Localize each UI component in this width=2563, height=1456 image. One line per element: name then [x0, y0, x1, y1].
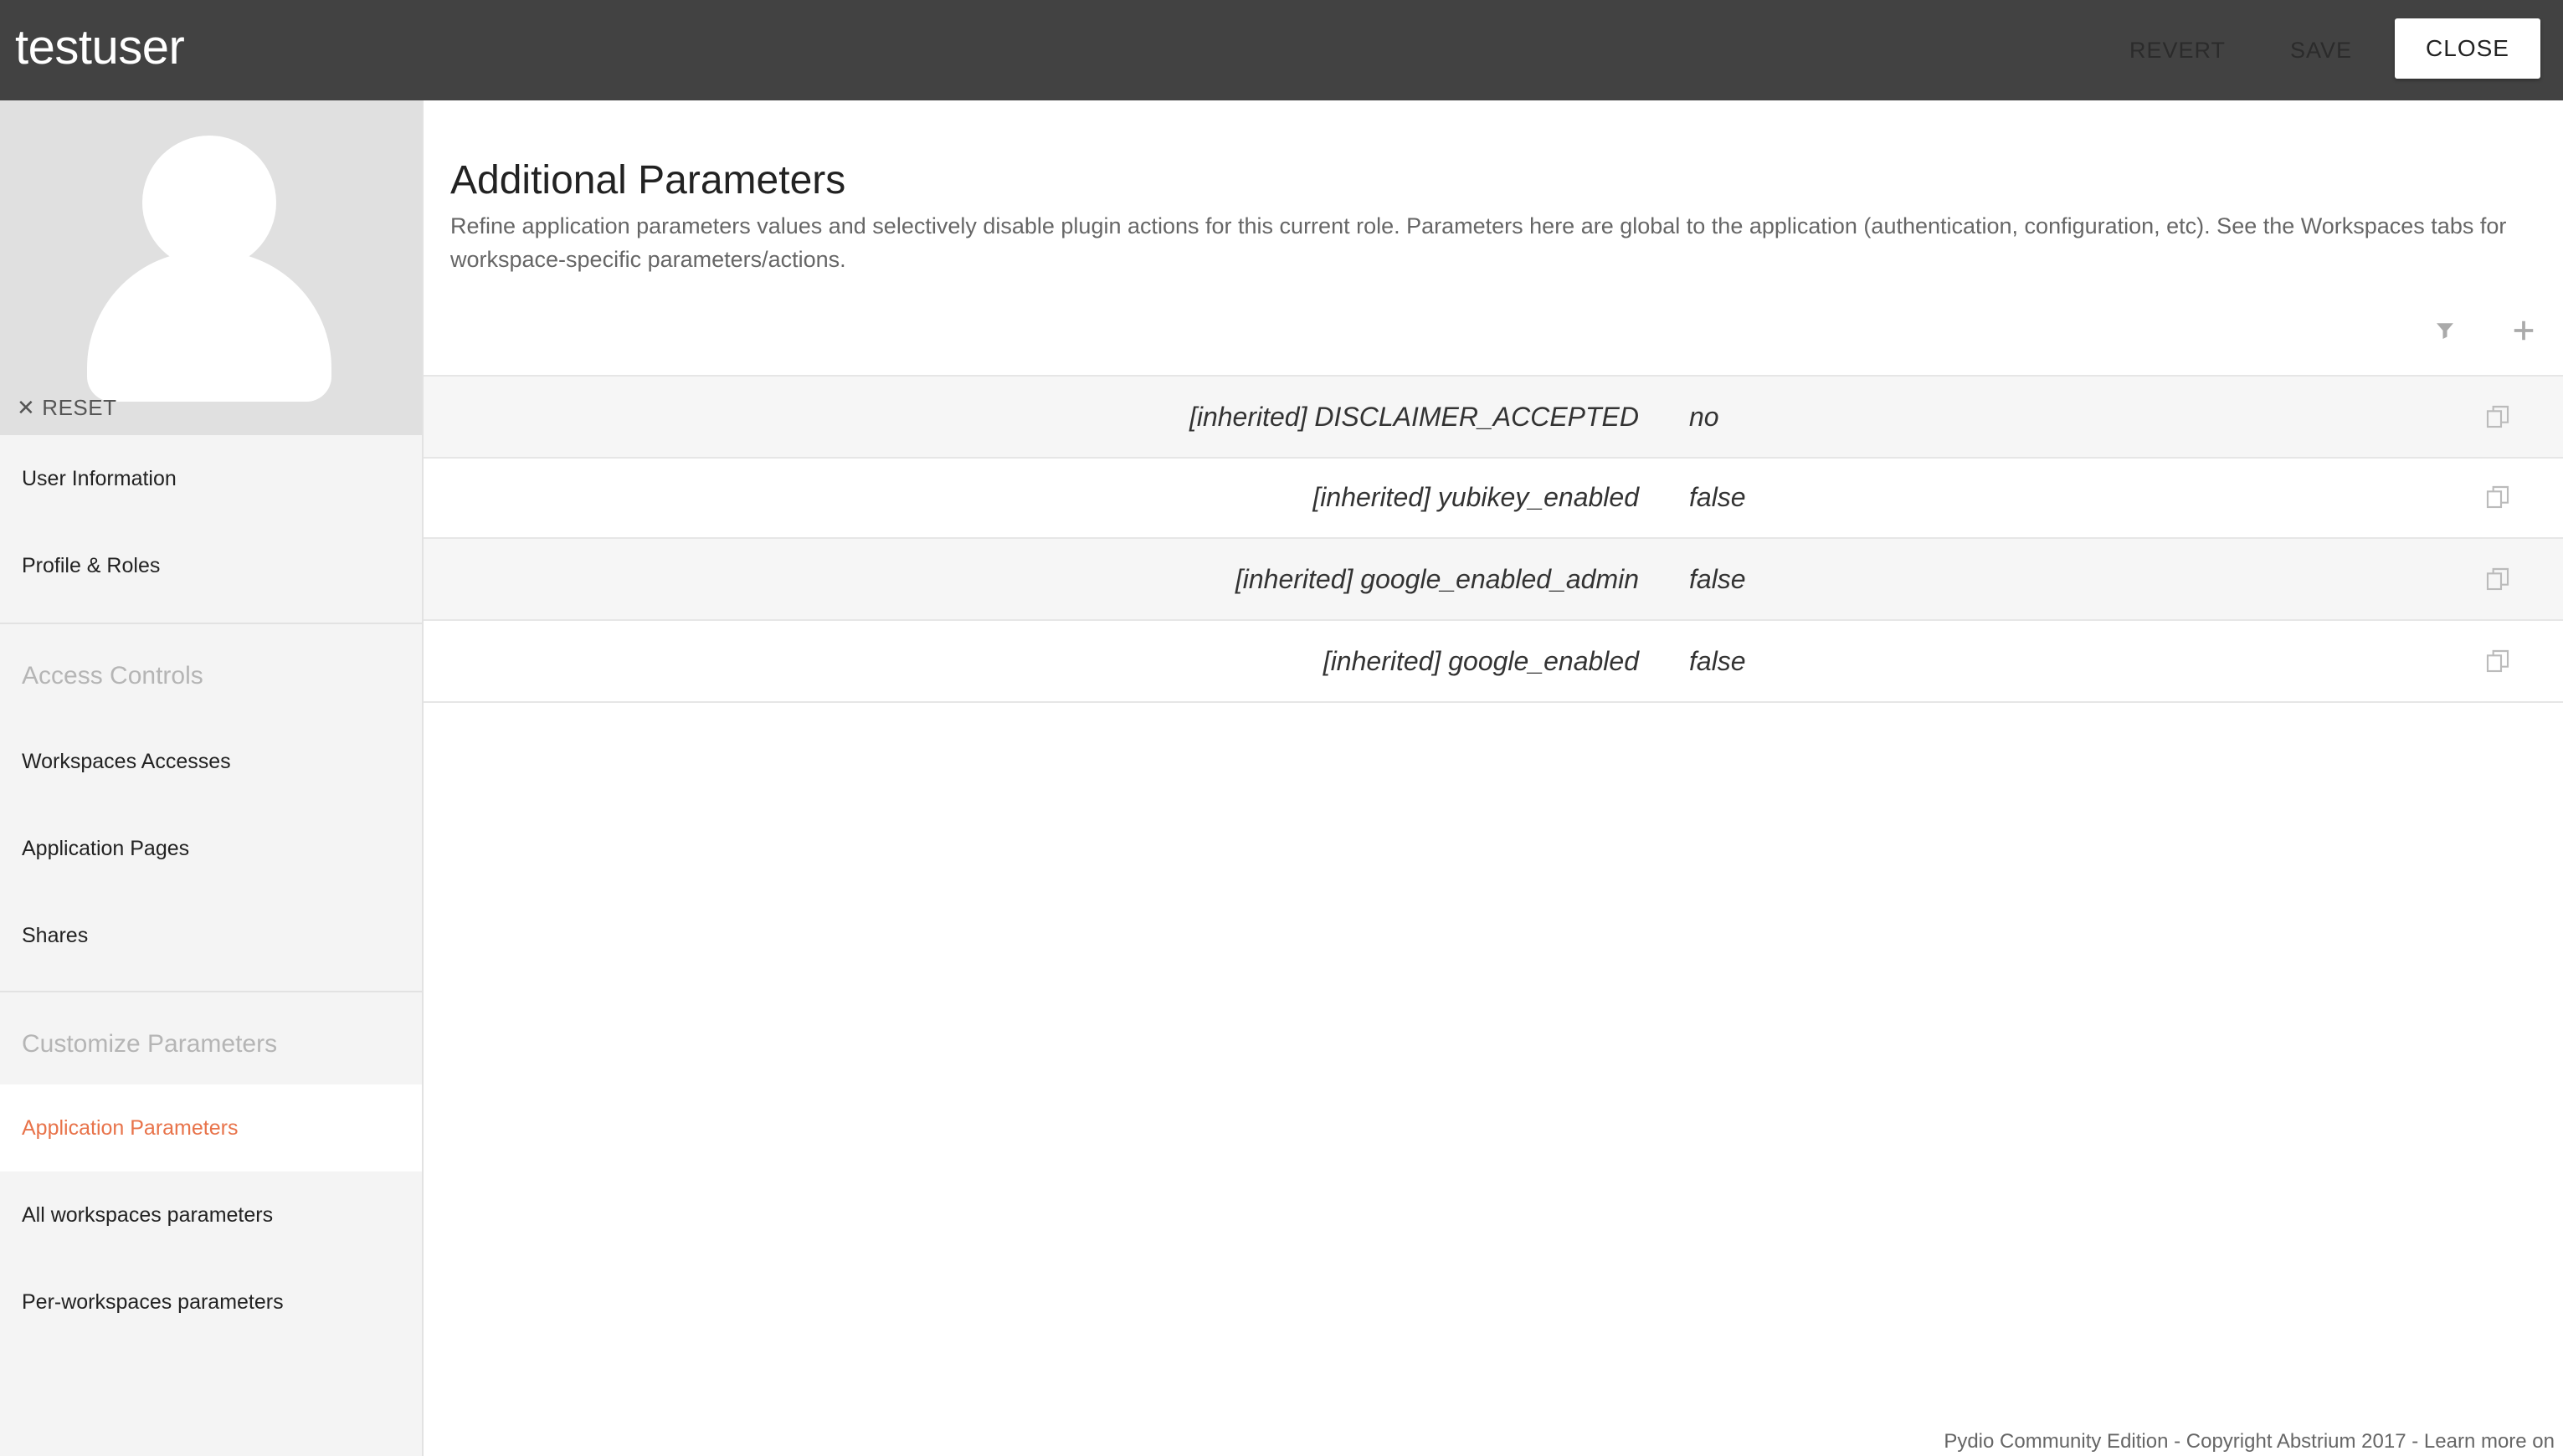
main-panel: Additional Parameters Refine application…: [424, 100, 2563, 1456]
page-description: Refine application parameters values and…: [450, 213, 2507, 272]
sidebar-item-shares[interactable]: Shares: [0, 892, 422, 979]
close-button[interactable]: CLOSE: [2395, 18, 2540, 79]
reset-label: RESET: [42, 395, 117, 420]
sidebar-item-workspaces-accesses[interactable]: Workspaces Accesses: [0, 718, 422, 805]
sidebar-item-label: Shares: [22, 924, 89, 947]
sidebar-item-label: All workspaces parameters: [22, 1203, 274, 1227]
close-icon: ✕: [17, 395, 36, 420]
sidebar-item-label: User Information: [22, 467, 177, 490]
avatar-body-shape: [87, 251, 331, 402]
user-title: testuser: [15, 20, 185, 74]
sidebar-item-application-pages[interactable]: Application Pages: [0, 805, 422, 892]
table-row[interactable]: [inherited] yubikey_enabled false: [424, 457, 2563, 539]
copy-icon[interactable]: [2484, 484, 2511, 510]
copy-icon[interactable]: [2484, 403, 2511, 430]
section-header-customize-parameters: Customize Parameters: [22, 1030, 278, 1058]
sidebar-item-all-workspaces-parameters[interactable]: All workspaces parameters: [0, 1171, 422, 1259]
sidebar-item-profile-roles[interactable]: Profile & Roles: [0, 522, 422, 609]
parameter-name: [inherited] DISCLAIMER_ACCEPTED: [1189, 402, 1639, 432]
copy-icon[interactable]: [2484, 648, 2511, 674]
table-row[interactable]: [inherited] DISCLAIMER_ACCEPTED no: [424, 375, 2563, 459]
sidebar-item-application-parameters[interactable]: Application Parameters: [0, 1084, 422, 1171]
parameter-value[interactable]: false: [1689, 457, 1746, 537]
table-row[interactable]: [inherited] google_enabled false: [424, 621, 2563, 703]
copy-icon[interactable]: [2484, 566, 2511, 592]
avatar[interactable]: ✕ RESET: [0, 100, 422, 435]
sidebar-divider: [0, 991, 422, 992]
sidebar-divider: [0, 623, 422, 624]
add-icon[interactable]: [2511, 318, 2536, 343]
parameter-name: [inherited] yubikey_enabled: [1312, 482, 1639, 512]
avatar-head-shape: [142, 136, 276, 269]
sidebar-item-label: Per-workspaces parameters: [22, 1290, 284, 1314]
footer-copyright: Pydio Community Edition - Copyright Abst…: [1944, 1430, 2555, 1453]
sidebar: ✕ RESET User Information Profile & Roles …: [0, 100, 424, 1456]
section-header-access-controls: Access Controls: [22, 662, 203, 690]
reset-avatar-button[interactable]: ✕ RESET: [17, 393, 116, 422]
sidebar-item-label: Workspaces Accesses: [22, 750, 231, 773]
parameter-value[interactable]: false: [1689, 621, 1746, 701]
parameter-name: [inherited] google_enabled_admin: [1235, 564, 1639, 594]
parameter-value[interactable]: no: [1689, 377, 1719, 457]
parameter-name: [inherited] google_enabled: [1323, 646, 1639, 676]
revert-button[interactable]: REVERT: [2129, 33, 2226, 67]
sidebar-item-label: Application Pages: [22, 837, 190, 860]
top-bar: testuser REVERT SAVE CLOSE: [0, 0, 2563, 100]
sidebar-item-per-workspaces-parameters[interactable]: Per-workspaces parameters: [0, 1259, 422, 1346]
table-row[interactable]: [inherited] google_enabled_admin false: [424, 539, 2563, 621]
sidebar-item-user-information[interactable]: User Information: [0, 435, 422, 522]
save-button[interactable]: SAVE: [2290, 33, 2352, 67]
filter-icon[interactable]: [2432, 318, 2458, 343]
sidebar-item-label: Profile & Roles: [22, 554, 161, 577]
parameter-value[interactable]: false: [1689, 539, 1746, 619]
page-title: Additional Parameters: [450, 158, 846, 203]
sidebar-item-label: Application Parameters: [22, 1116, 239, 1140]
